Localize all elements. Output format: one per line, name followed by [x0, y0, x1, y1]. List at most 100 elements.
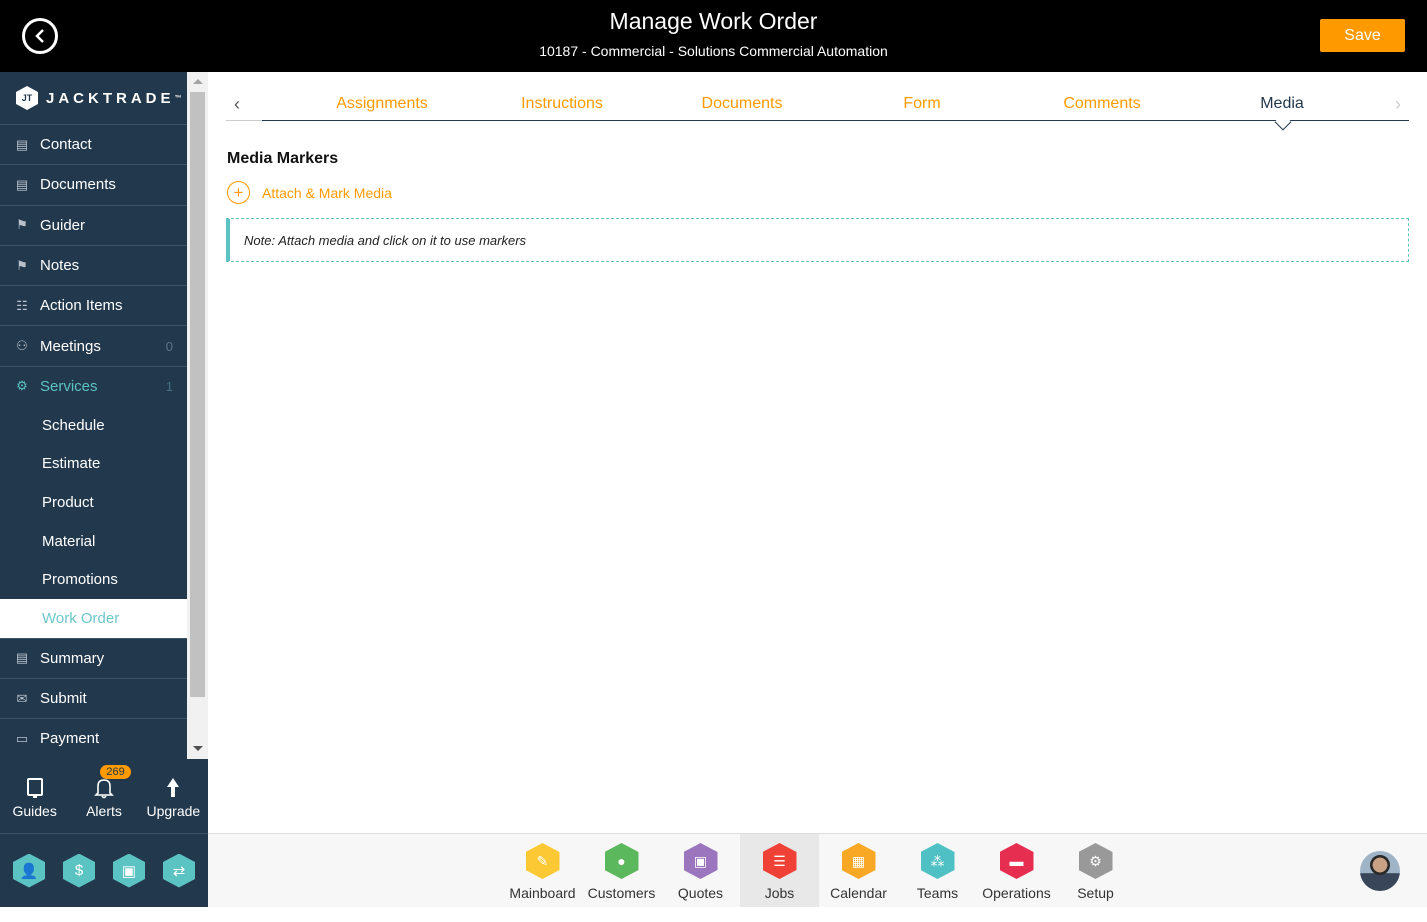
save-button[interactable]: Save — [1320, 19, 1405, 52]
sidebar-item-label: Meetings — [40, 337, 101, 355]
workflow-hex-icon[interactable]: ⇄ — [163, 853, 195, 888]
dock-operations[interactable]: ▬ Operations — [977, 834, 1056, 907]
sidebar-item-label: Action Items — [40, 297, 123, 315]
sidebar-item-action-items[interactable]: ☷ Action Items — [0, 285, 187, 325]
tab-form[interactable]: Form — [903, 95, 940, 113]
user-hex-icon[interactable]: 👤 — [13, 853, 45, 888]
tab-lead-line — [226, 120, 262, 121]
page-subtitle: 10187 - Commercial - Solutions Commercia… — [539, 43, 888, 59]
attach-media-button[interactable]: + Attach & Mark Media — [227, 181, 392, 204]
money-hex-icon[interactable]: ▣ — [113, 853, 145, 888]
mainboard-icon: ✎ — [525, 843, 560, 879]
tab-documents[interactable]: Documents — [702, 95, 783, 113]
sidebar-item-label: Contact — [40, 136, 92, 154]
dock-label: Operations — [982, 885, 1051, 901]
page-footer-strip — [0, 907, 1427, 922]
sidebar-subitem-schedule[interactable]: Schedule — [0, 406, 187, 445]
tab-instructions[interactable]: Instructions — [521, 95, 603, 113]
sidebar-item-label: Services — [40, 377, 98, 395]
user-avatar[interactable] — [1360, 851, 1400, 891]
sidebar-item-label: Documents — [40, 176, 116, 194]
dock-mainboard[interactable]: ✎ Mainboard — [503, 834, 582, 907]
bell-icon — [94, 779, 114, 799]
tab-bar: ‹ Assignments Instructions Documents For… — [226, 88, 1409, 131]
sidebar-item-label: Guider — [40, 216, 86, 234]
sidebar-item-label: Notes — [40, 257, 80, 275]
sidebar-tools: Guides 269 Alerts Upgrade — [0, 759, 208, 834]
quotes-icon: ▣ — [683, 843, 718, 879]
main-content: ‹ Assignments Instructions Documents For… — [208, 72, 1427, 834]
summary-icon: ▤ — [15, 650, 29, 666]
alerts-badge: 269 — [100, 765, 131, 779]
trademark: ™ — [174, 94, 182, 102]
dock-label: Jobs — [764, 885, 795, 901]
info-note: Note: Attach media and click on it to us… — [226, 218, 1409, 262]
tab-comments[interactable]: Comments — [1063, 95, 1140, 113]
sidebar-item-documents[interactable]: ▤ Documents — [0, 164, 187, 204]
sidebar-item-summary[interactable]: ▤ Summary — [0, 637, 187, 678]
tab-assignments[interactable]: Assignments — [336, 95, 428, 113]
chevron-left-icon[interactable]: ‹ — [234, 94, 240, 115]
sidebar-scrollbar[interactable] — [187, 72, 208, 759]
sidebar-subitem-promotions[interactable]: Promotions — [0, 560, 187, 599]
bottom-dock: ✎ Mainboard ● Customers ▣ Quotes ☰ Jobs ▦ Cal… — [208, 833, 1427, 907]
meetings-icon: ⚇ — [16, 338, 28, 354]
dock-customers[interactable]: ● Customers — [582, 834, 661, 907]
sidebar-item-label: Submit — [40, 690, 87, 708]
sidebar-subitem-material[interactable]: Material — [0, 522, 187, 561]
sidebar-item-label: Summary — [40, 649, 105, 667]
upgrade-button[interactable]: Upgrade — [139, 759, 208, 833]
tool-label: Upgrade — [146, 803, 201, 819]
teams-icon: ⁂ — [920, 843, 955, 879]
submit-envelope-icon: ✉ — [16, 690, 28, 706]
sidebar-item-label: Payment — [40, 730, 100, 748]
meetings-count: 0 — [165, 338, 173, 354]
sidebar-item-contact[interactable]: ▤ Contact — [0, 124, 187, 164]
logo-mark-icon: JT — [16, 86, 38, 110]
sidebar-item-meetings[interactable]: ⚇ Meetings 0 — [0, 325, 187, 365]
dock-items: ✎ Mainboard ● Customers ▣ Quotes ☰ Jobs ▦ Cal… — [503, 834, 1135, 907]
dock-quotes[interactable]: ▣ Quotes — [661, 834, 740, 907]
dock-label: Customers — [587, 885, 656, 901]
dock-calendar[interactable]: ▦ Calendar — [819, 834, 898, 907]
plus-circle-icon: + — [227, 181, 250, 204]
sidebar-item-guider[interactable]: ⚑ Guider — [0, 204, 187, 245]
top-bar: Manage Work Order 10187 - Commercial - S… — [0, 0, 1427, 72]
sidebar-subitem-estimate[interactable]: Estimate — [0, 445, 187, 484]
operations-icon: ▬ — [999, 843, 1034, 879]
jobs-icon: ☰ — [762, 843, 797, 879]
contact-book-icon: ▤ — [15, 136, 29, 152]
alerts-button[interactable]: 269 Alerts — [69, 759, 138, 833]
attach-media-label: Attach & Mark Media — [262, 184, 392, 201]
sidebar-subitem-work-order[interactable]: Work Order — [0, 599, 187, 638]
dock-label: Setup — [1077, 885, 1114, 901]
dock-label: Mainboard — [509, 885, 576, 901]
page-title: Manage Work Order — [609, 8, 818, 34]
guides-button[interactable]: Guides — [0, 759, 69, 833]
sidebar-item-payment[interactable]: ▭ Payment — [0, 718, 187, 758]
dock-label: Calendar — [830, 885, 887, 901]
dock-label: Teams — [916, 885, 959, 901]
signpost-icon: ⚑ — [16, 217, 28, 233]
signpost-icon: ⚑ — [16, 257, 28, 273]
sidebar-item-notes[interactable]: ⚑ Notes — [0, 244, 187, 285]
tab-media[interactable]: Media — [1260, 95, 1304, 113]
dollar-hex-icon[interactable]: $ — [63, 853, 95, 888]
tool-label: Guides — [12, 803, 57, 819]
tab-baseline — [262, 120, 1409, 121]
brand-logo[interactable]: JT JACKTRADE ™ — [16, 86, 182, 110]
sidebar-item-services[interactable]: ⚙ Services 1 — [0, 365, 187, 406]
sidebar-item-submit[interactable]: ✉ Submit — [0, 677, 187, 718]
dock-jobs[interactable]: ☰ Jobs — [740, 834, 819, 907]
scroll-down-arrow-icon[interactable] — [193, 746, 203, 751]
sidebar: JT JACKTRADE ™ ▤ Contact ▤ Documents ⚑ Guide… — [0, 72, 208, 907]
arrow-up-icon — [167, 778, 180, 797]
dock-setup[interactable]: ⚙ Setup — [1056, 834, 1135, 907]
chevron-right-icon[interactable]: › — [1395, 94, 1401, 115]
sidebar-subitem-product[interactable]: Product — [0, 483, 187, 522]
dock-teams[interactable]: ⁂ Teams — [898, 834, 977, 907]
section-title: Media Markers — [227, 150, 339, 167]
scroll-up-arrow-icon[interactable] — [193, 79, 203, 84]
scrollbar-thumb[interactable] — [190, 92, 205, 697]
book-icon — [26, 778, 43, 798]
